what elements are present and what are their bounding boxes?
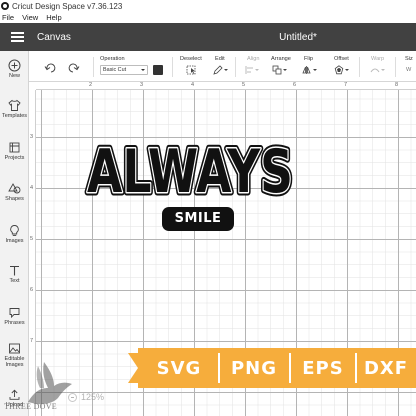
chevron-down-icon [141, 69, 145, 71]
sidebar-item-label: Templates [1, 113, 28, 119]
sidebar-item-label: Text [9, 278, 20, 284]
hamburger-menu-icon[interactable] [0, 23, 34, 51]
operation-select[interactable]: Basic Cut [100, 65, 148, 75]
format-eps: EPS [302, 357, 344, 379]
watermark-text: THREE DOVE [4, 402, 57, 411]
sidebar-item-shapes[interactable]: Shapes [0, 181, 29, 202]
subline-text: SMILE [174, 211, 222, 226]
ruler-tick-label: 2 [89, 82, 93, 88]
offset-button[interactable] [334, 65, 350, 75]
warp-label: Warp [371, 56, 385, 62]
operation-label: Operation [100, 56, 125, 62]
flip-icon [302, 66, 317, 74]
pencil-icon [213, 65, 228, 75]
projects-icon [8, 140, 22, 154]
toolbar-divider [172, 57, 173, 77]
format-svg: SVG [156, 357, 202, 379]
edit-toolbar: Operation Basic Cut Deselect Edit Align … [29, 51, 416, 82]
menu-file[interactable]: File [2, 13, 14, 22]
ruler-tick-label: 4 [191, 82, 195, 88]
align-button[interactable] [244, 65, 260, 75]
offset-icon [334, 65, 349, 75]
zoom-out-icon[interactable] [68, 392, 77, 402]
editable-images-icon [8, 341, 22, 355]
toolbar-divider [235, 57, 236, 77]
ruler-tick-label: 6 [293, 82, 297, 88]
edit-button[interactable] [213, 65, 229, 75]
toolbar-divider [93, 57, 94, 77]
ruler-tick-label: 7 [30, 338, 34, 344]
menu-bar: File View Help [0, 12, 416, 23]
sidebar-item-text[interactable]: Text [0, 263, 29, 284]
arrange-label: Arrange [271, 56, 291, 62]
undo-icon[interactable] [44, 63, 56, 73]
ribbon-divider [289, 353, 291, 383]
warp-button[interactable] [370, 65, 386, 75]
sidebar-item-label: Phrases [4, 320, 25, 326]
window-title: Cricut Design Space v7.36.123 [12, 1, 123, 11]
headline-text: ALWAYS [87, 137, 293, 200]
ruler-tick-label: 8 [395, 82, 399, 88]
window-title-bar: Cricut Design Space v7.36.123 [0, 0, 416, 12]
ribbon-tail [128, 353, 138, 383]
sidebar-item-label: Images [5, 238, 24, 244]
offset-label: Offset [334, 56, 349, 62]
speech-bubble-icon [8, 305, 22, 319]
ruler-horizontal: 2 3 4 5 6 7 8 [36, 82, 416, 90]
shirt-icon [8, 98, 22, 112]
canvas-label: Canvas [37, 31, 71, 43]
ruler-tick-label: 3 [140, 82, 144, 88]
sidebar-item-templates[interactable]: Templates [0, 98, 29, 119]
sidebar-item-phrases[interactable]: Phrases [0, 305, 29, 326]
lightbulb-icon [8, 223, 22, 237]
align-label: Align [247, 56, 260, 62]
flip-label: Flip [304, 56, 314, 62]
zoom-control: 125% [68, 391, 104, 403]
menu-view[interactable]: View [22, 13, 38, 22]
edit-label: Edit [215, 56, 225, 62]
cricut-logo-icon [1, 2, 9, 10]
sidebar-item-projects[interactable]: Projects [0, 140, 29, 161]
format-dxf: DXF [363, 357, 409, 379]
file-format-ribbon: SVG PNG EPS DXF [128, 348, 416, 388]
sidebar-item-label: Shapes [5, 196, 24, 202]
ruler-tick-label: 3 [30, 134, 34, 140]
text-icon [8, 263, 22, 277]
toolbar-divider [395, 57, 396, 77]
operation-color-swatch[interactable] [153, 65, 163, 75]
undo-redo-group [44, 62, 92, 74]
toolbar-divider [359, 57, 360, 77]
sidebar-item-label: New [8, 73, 20, 79]
flip-button[interactable] [302, 65, 318, 75]
design-space-window: Cricut Design Space v7.36.123 File View … [0, 0, 416, 416]
warp-icon [370, 68, 385, 73]
arrange-button[interactable] [272, 65, 288, 75]
shapes-icon [8, 181, 22, 195]
ruler-tick-label: 4 [30, 185, 34, 191]
redo-icon[interactable] [68, 63, 80, 73]
arrange-icon [272, 65, 287, 75]
deselect-button[interactable] [186, 65, 197, 75]
deselect-icon [186, 65, 196, 75]
ribbon-divider [218, 353, 220, 383]
sidebar-item-images[interactable]: Images [0, 223, 29, 244]
operation-value: Basic Cut [103, 67, 127, 73]
headline-artwork[interactable]: ALWAYS ALWAYS ALWAYS [84, 130, 296, 201]
subline-badge[interactable]: SMILE [162, 207, 234, 231]
deselect-label: Deselect [180, 56, 202, 62]
zoom-level: 125% [81, 392, 105, 402]
ruler-tick-label: 5 [242, 82, 246, 88]
sidebar-item-label: Projects [4, 155, 25, 161]
plus-circle-icon [8, 58, 22, 72]
sidebar-item-new[interactable]: New [0, 58, 29, 79]
app-header: Canvas Untitled* [0, 23, 416, 51]
align-icon [245, 66, 259, 74]
ruler-tick-label: 6 [30, 287, 34, 293]
ruler-tick-label: 5 [30, 236, 34, 242]
menu-help[interactable]: Help [46, 13, 61, 22]
format-png: PNG [230, 357, 278, 379]
size-width-label: W [406, 67, 412, 73]
ruler-tick-label: 7 [344, 82, 348, 88]
size-label: Siz [405, 56, 413, 62]
